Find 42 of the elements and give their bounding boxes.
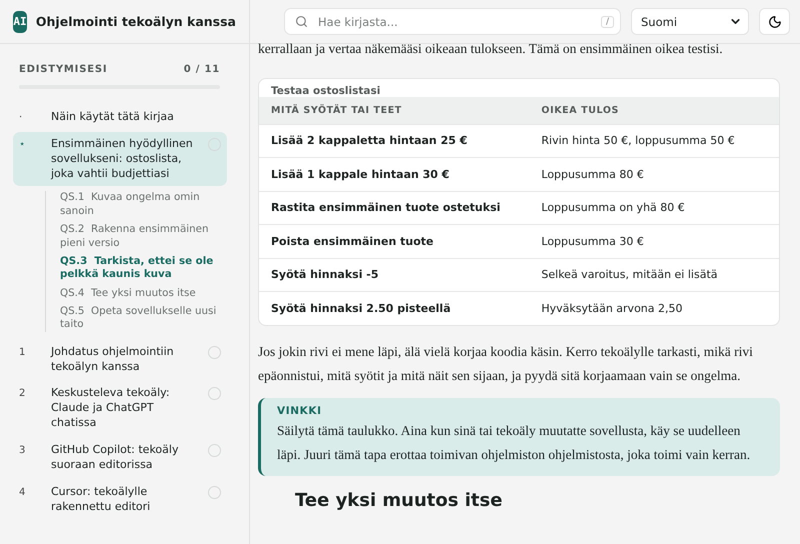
table-cell: Rivin hinta 50 €, loppusumma 50 € (529, 124, 779, 158)
section-link[interactable]: QS.2 Rakenna ensimmäinen pieni versio (60, 223, 227, 250)
chapter-item[interactable]: ⋆ Ensimmäinen hyödyllinen sovellukseni: ostoslista, joka vahtii budjettiasi (13, 132, 227, 186)
table-cell: Rastita ensimmäinen tuote ostetuksi (259, 191, 530, 225)
tip-label: VINKKI (277, 405, 323, 418)
chapter-item[interactable]: 3 GitHub Copilot: tekoäly suoraan editorissa (13, 438, 227, 478)
search-input[interactable]: Hae kirjasta... (316, 14, 593, 30)
chapter-item[interactable]: 2 Keskusteleva tekoäly: Claude ja ChatGPT chatissa (13, 381, 227, 436)
chapter-item[interactable]: 1 Johdatus ohjelmointiin tekoälyn kanssa (13, 340, 227, 380)
table-cell: Syötä hinnaksi 2.50 pisteellä (259, 292, 530, 325)
section-link[interactable]: QS.5 Opeta sovellukselle uusi taito (60, 305, 227, 332)
chapter-item[interactable]: 4 Cursor: tekoälylle rakennettu editori (13, 480, 227, 520)
shortcut-key: / (600, 16, 614, 28)
search-field[interactable]: Hae kirjasta... / (284, 8, 621, 35)
column-header: OIKEA TULOS (529, 96, 779, 124)
table-cell: Loppusumma 80 € (529, 158, 779, 192)
table-cell: Syötä hinnaksi -5 (259, 258, 530, 292)
language-select[interactable]: Suomi (631, 8, 749, 35)
section-heading: Tee yksi muutos itse (295, 490, 504, 512)
search-icon (295, 15, 308, 28)
progress-count: 0 / 11 (184, 64, 220, 75)
logo: AI (13, 10, 27, 32)
moon-icon (768, 14, 782, 28)
table-cell: Loppusumma 30 € (529, 224, 779, 258)
column-header: MITÄ SYÖTÄT TAI TEET (259, 96, 530, 124)
section-link[interactable]: QS.3 Tarkista, ettei se ole pelkkä kaunis kuva (60, 254, 227, 282)
app-title: Ohjelmointi tekoälyn kanssa (36, 14, 236, 29)
table-cell: Selkeä varoitus, mitään ei lisätä (529, 258, 779, 292)
table-cell: Poista ensimmäinen tuote (259, 224, 530, 258)
tip-text: Säilytä tämä taulukko. Aina kun sinä tai tekoäly muutatte sovellusta, käy se uudelleen läpi. Juuri tämä tapa erottaa toimivan ohjelmiston ohjelmistosta, joka toimi vain kerran. (277, 422, 752, 464)
table-caption: Testaa ostoslistasi (270, 84, 382, 97)
chapter-item[interactable]: · Näin käytät tätä kirjaa (13, 105, 227, 130)
table-cell: Lisää 2 kappaletta hintaan 25 € (259, 124, 530, 158)
section-link[interactable]: QS.4 Tee yksi muutos itse (60, 286, 227, 300)
progress-label: EDISTYMISESI (19, 64, 108, 75)
table-cell: Lisää 1 kappale hintaan 30 € (259, 158, 530, 192)
intro-text: kerrallaan ja vertaa näkemääsi oikeaan tulokseen. Tämä on ensimmäinen oikea testisi. (258, 40, 724, 58)
table-cell: Hyväksytään arvona 2,50 (529, 292, 779, 325)
paragraph: Jos jokin rivi ei mene läpi, älä vielä korjaa koodia käsin. Kerro tekoälylle tarkasti, mikä rivi epäonnistui, mitä syötit ja mitä näit sen sijaan, ja pyydä sitä korjaamaan vain se ongelma. (258, 342, 754, 385)
theme-button[interactable] (759, 8, 790, 35)
section-link[interactable]: QS.1 Kuvaa ongelma omin sanoin (60, 191, 227, 218)
table-cell: Loppusumma on yhä 80 € (529, 191, 779, 225)
